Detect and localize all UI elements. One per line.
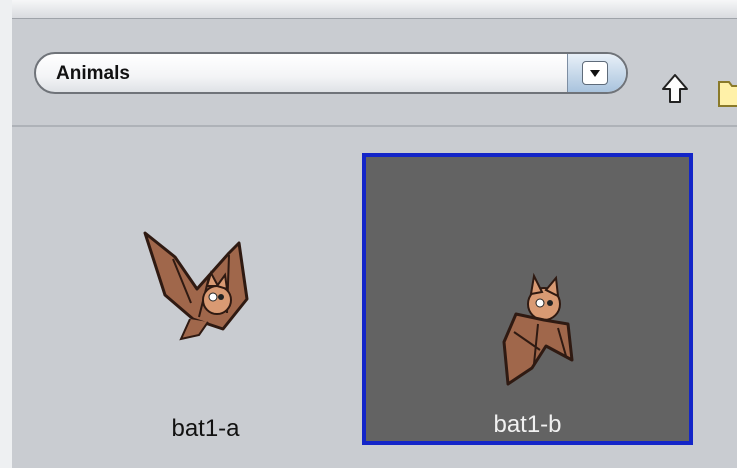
category-label: Animals <box>56 63 130 84</box>
folder-icon[interactable] <box>717 76 737 108</box>
costume-name-label: bat1-b <box>493 411 562 438</box>
costume-thumbnail-bat1-a[interactable]: bat1-a <box>40 157 371 449</box>
title-strip <box>12 0 737 19</box>
costume-thumbnail-bat1-b[interactable]: bat1-b <box>362 153 693 445</box>
costume-name-label: bat1-a <box>171 415 240 442</box>
chevron-down-icon <box>582 61 608 85</box>
bat-image <box>502 272 574 386</box>
bat-image <box>143 231 249 341</box>
category-dropdown[interactable]: Animals <box>34 52 628 94</box>
up-arrow-icon[interactable] <box>660 73 690 105</box>
toolbar: Animals <box>12 19 737 127</box>
dropdown-button[interactable] <box>567 54 626 92</box>
